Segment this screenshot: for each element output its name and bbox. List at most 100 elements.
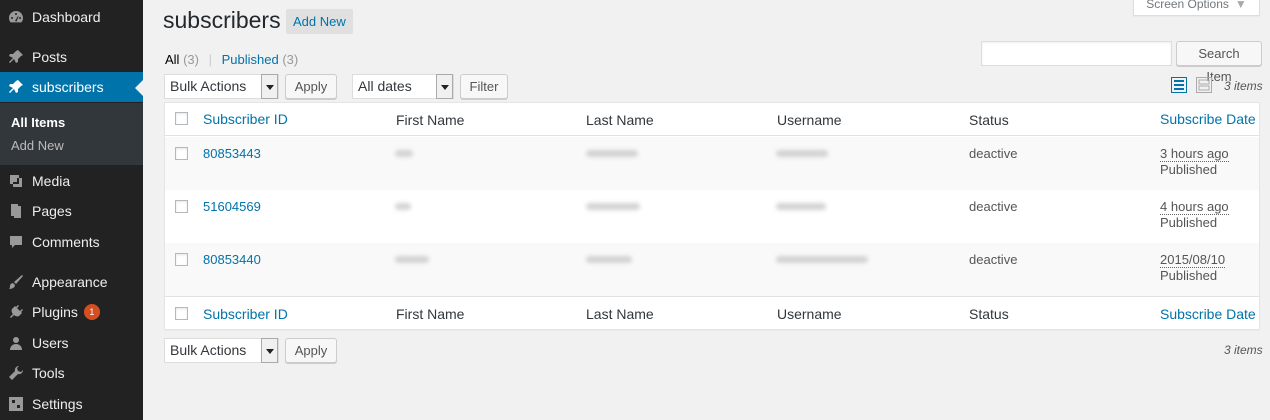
apply-button[interactable]: Apply [285, 74, 337, 99]
row-checkbox[interactable] [175, 253, 188, 266]
publish-state: Published [1160, 215, 1218, 230]
bulk-actions-select-bottom[interactable]: Bulk Actions [164, 338, 279, 363]
row-checkbox[interactable] [175, 200, 188, 213]
sidebar-item-appearance[interactable]: Appearance [0, 267, 143, 297]
sidebar-item-label: Dashboard [32, 9, 101, 25]
bulk-actions-value: Bulk Actions [170, 78, 247, 94]
wrench-icon [0, 365, 32, 381]
sidebar-item-label: Tools [32, 365, 65, 381]
table-row: 80853443 deactive 3 hours ago Published [165, 137, 1259, 190]
pages-icon [0, 203, 32, 219]
redacted-first-name [395, 256, 429, 263]
table-row: 51604569 deactive 4 hours ago Published [165, 190, 1259, 243]
sidebar-item-posts[interactable]: Posts [0, 42, 143, 72]
status-value: deactive [969, 252, 1018, 267]
sidebar-item-label: Media [32, 173, 71, 189]
publish-state: Published [1160, 268, 1218, 283]
sidebar-item-label: Posts [32, 49, 68, 65]
sidebar-item-plugins[interactable]: Plugins 1 [0, 297, 143, 327]
sidebar-item-label: Plugins [32, 304, 78, 320]
search-items-button[interactable]: Search Item [1176, 41, 1262, 84]
subscribers-table: Subscriber ID First Name Last Name Usern… [164, 102, 1260, 330]
plugin-icon [0, 304, 32, 320]
submenu-add-new[interactable]: Add New [11, 138, 64, 153]
column-subscriber-id-footer[interactable]: Subscriber ID [203, 306, 288, 322]
table-header-row: Subscriber ID First Name Last Name Usern… [165, 103, 1259, 136]
redacted-first-name [395, 203, 411, 210]
sidebar-item-media[interactable]: Media [0, 166, 143, 196]
media-icon [0, 173, 32, 189]
apply-button-bottom[interactable]: Apply [285, 338, 337, 363]
redacted-username [776, 203, 826, 210]
dropdown-arrow-icon [261, 338, 278, 363]
filter-all-count: (3) [183, 52, 199, 67]
settings-icon [0, 396, 32, 412]
admin-sidebar: Dashboard Posts subscribers All Items Ad… [0, 0, 143, 420]
column-username: Username [777, 112, 842, 128]
add-new-button[interactable]: Add New [286, 9, 353, 34]
subscriber-id-link[interactable]: 80853440 [203, 252, 261, 267]
sidebar-item-dashboard[interactable]: Dashboard [0, 2, 143, 32]
bulk-actions-value: Bulk Actions [170, 342, 247, 358]
dropdown-arrow-icon [261, 74, 278, 99]
sidebar-item-pages[interactable]: Pages [0, 196, 143, 226]
sidebar-item-label: Pages [32, 203, 72, 219]
status-value: deactive [969, 199, 1018, 214]
sidebar-item-subscribers[interactable]: subscribers [0, 72, 143, 102]
items-count-bottom: 3 items [1224, 343, 1263, 357]
column-subscriber-id[interactable]: Subscriber ID [203, 111, 288, 127]
filter-published-count: (3) [282, 52, 299, 67]
column-first-name-footer: First Name [396, 306, 465, 322]
sidebar-item-comments[interactable]: Comments [0, 227, 143, 257]
column-status: Status [969, 112, 1009, 128]
caret-down-icon: ▼ [1234, 0, 1247, 11]
date-filter-select[interactable]: All dates [352, 74, 454, 99]
column-subscribe-date[interactable]: Subscribe Date [1160, 111, 1256, 127]
sidebar-item-label: Comments [32, 234, 100, 250]
column-last-name: Last Name [586, 112, 654, 128]
column-username-footer: Username [777, 306, 842, 322]
sidebar-item-label: subscribers [32, 79, 104, 95]
page-title: subscribers [163, 7, 281, 33]
submenu-all-items[interactable]: All Items [11, 115, 65, 130]
select-all-checkbox[interactable] [175, 112, 188, 125]
filter-published[interactable]: Published [222, 52, 279, 67]
select-all-checkbox-footer[interactable] [175, 307, 188, 320]
items-count-top: 3 items [1224, 79, 1263, 93]
row-checkbox[interactable] [175, 147, 188, 160]
filter-separator: | [208, 52, 212, 67]
dropdown-arrow-icon [436, 74, 453, 99]
sidebar-item-tools[interactable]: Tools [0, 358, 143, 388]
subscribe-date: 3 hours ago [1160, 146, 1229, 162]
list-view-icon[interactable] [1171, 77, 1187, 93]
redacted-first-name [395, 150, 413, 157]
subscriber-id-link[interactable]: 80853443 [203, 146, 261, 161]
status-value: deactive [969, 146, 1018, 161]
subscribers-submenu: All Items Add New [0, 103, 143, 165]
date-filter-value: All dates [358, 78, 412, 94]
sidebar-item-users[interactable]: Users [0, 328, 143, 358]
subscribe-date: 4 hours ago [1160, 199, 1229, 215]
sidebar-item-label: Settings [32, 396, 83, 412]
sidebar-item-label: Appearance [32, 274, 108, 290]
column-status-footer: Status [969, 306, 1009, 322]
filter-all[interactable]: All [165, 52, 179, 67]
filter-button[interactable]: Filter [460, 74, 508, 99]
search-input[interactable] [981, 41, 1172, 66]
sidebar-item-settings[interactable]: Settings [0, 389, 143, 419]
pin-icon [0, 49, 32, 65]
screen-options-button[interactable]: Screen Options ▼ [1133, 0, 1260, 16]
screen-options-label: Screen Options [1146, 0, 1229, 11]
brush-icon [0, 274, 32, 290]
status-filters: All (3) | Published (3) [165, 52, 298, 67]
sidebar-item-label: Users [32, 335, 69, 351]
bulk-actions-select[interactable]: Bulk Actions [164, 74, 279, 99]
table-footer-row: Subscriber ID First Name Last Name Usern… [165, 296, 1259, 330]
column-subscribe-date-footer[interactable]: Subscribe Date [1160, 306, 1256, 322]
excerpt-view-icon[interactable] [1196, 77, 1212, 93]
comments-icon [0, 234, 32, 250]
pin-icon [0, 79, 32, 95]
user-icon [0, 335, 32, 351]
subscriber-id-link[interactable]: 51604569 [203, 199, 261, 214]
publish-state: Published [1160, 162, 1218, 177]
